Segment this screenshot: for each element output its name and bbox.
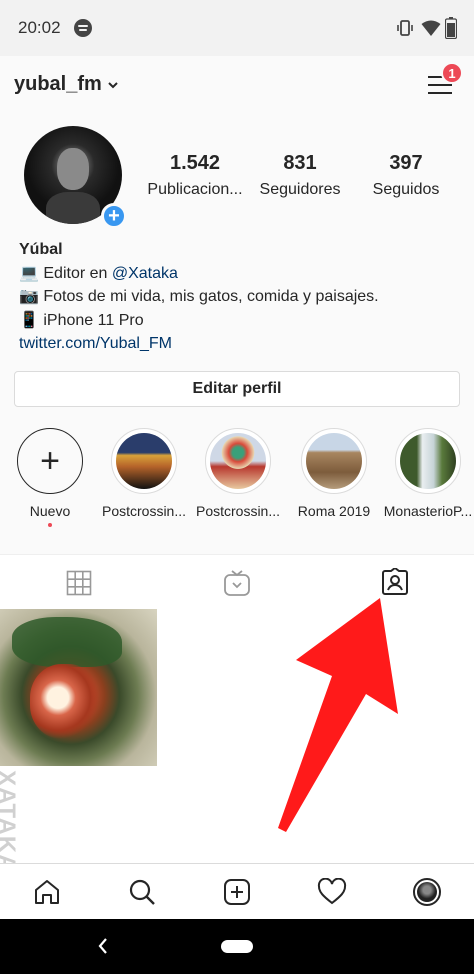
profile-header: yubal_fm 1 [0,56,474,112]
nav-search[interactable] [95,864,190,920]
highlight-label: MonasterioP... [383,503,473,519]
highlight-cover [116,433,172,489]
status-bar: 20:02 [0,0,474,56]
stat-count: 397 [389,152,423,174]
profile-section: + 1.542 Publicacion... 831 Seguidores 39… [0,112,474,554]
bio-text: 💻 Editor en [19,264,112,282]
highlight-label: Postcrossin... [195,503,281,519]
highlight-item[interactable]: Roma 2019 [288,428,380,519]
add-highlight-icon: + [17,428,83,494]
website-link[interactable]: twitter.com/Yubal_FM [19,332,379,356]
story-highlights: + Nuevo Postcrossin... Postcrossin... Ro… [0,428,474,538]
status-time: 20:02 [18,18,61,37]
nav-activity[interactable] [284,864,379,920]
search-icon [130,879,156,905]
account-switcher[interactable]: yubal_fm [14,73,102,96]
back-icon[interactable] [95,936,111,956]
highlight-label: Nuevo [29,503,71,519]
profile-tabs [0,554,474,610]
stat-label: Seguidores [259,181,341,198]
igtv-icon [224,569,250,596]
activity-icon [317,878,346,905]
highlight-new[interactable]: + Nuevo [4,428,96,527]
tagged-photo[interactable] [0,609,157,766]
bio-line: 📷 Fotos de mi vida, mis gatos, comida y … [19,288,379,305]
highlight-item[interactable]: MonasterioP... [382,428,474,519]
wifi-icon [421,20,441,36]
stat-posts[interactable]: 1.542 Publicacion... [144,152,246,199]
home-icon [35,880,60,904]
highlight-label: Roma 2019 [297,503,371,519]
display-name: Yúbal [19,241,63,258]
notification-badge: 1 [441,62,463,84]
highlight-cover [306,433,362,489]
nav-add-post[interactable] [190,864,285,920]
home-pill[interactable] [221,940,253,953]
stat-following[interactable]: 397 Seguidos [362,152,450,199]
nav-home[interactable] [0,864,95,920]
tagged-photos-grid [0,609,474,863]
edit-profile-button[interactable]: Editar perfil [14,371,460,407]
system-navigation-bar [0,919,474,974]
vibrate-icon [397,20,413,36]
highlight-cover [400,433,456,489]
stat-followers[interactable]: 831 Seguidores [252,152,348,199]
stat-label: Seguidos [372,181,440,198]
profile-avatar [412,878,441,906]
bio: Yúbal 💻 Editor en @Xataka 📷 Fotos de mi … [19,238,379,356]
highlight-cover [210,433,266,489]
stat-label: Publicacion... [147,181,243,198]
stat-count: 1.542 [169,152,221,174]
tab-grid[interactable] [0,555,158,610]
bio-line: 📱 iPhone 11 Pro [19,311,144,329]
bottom-navigation [0,863,474,919]
mention-link[interactable]: @Xataka [112,265,178,282]
annotation-arrow-icon [278,598,398,832]
tagged-icon [382,568,408,595]
bio-line: 💻 Editor en @Xataka [19,262,379,286]
grid-icon [66,570,92,595]
highlight-item[interactable]: Postcrossin... [98,428,190,519]
stat-count: 831 [283,152,317,174]
spotify-icon [74,19,92,37]
new-dot [48,523,52,527]
add-story-icon[interactable]: + [101,203,127,229]
chevron-down-icon[interactable] [106,78,120,92]
nav-profile[interactable] [379,864,474,920]
highlight-item[interactable]: Postcrossin... [192,428,284,519]
add-post-icon [223,879,250,905]
highlight-label: Postcrossin... [101,503,187,519]
battery-icon [445,17,457,39]
